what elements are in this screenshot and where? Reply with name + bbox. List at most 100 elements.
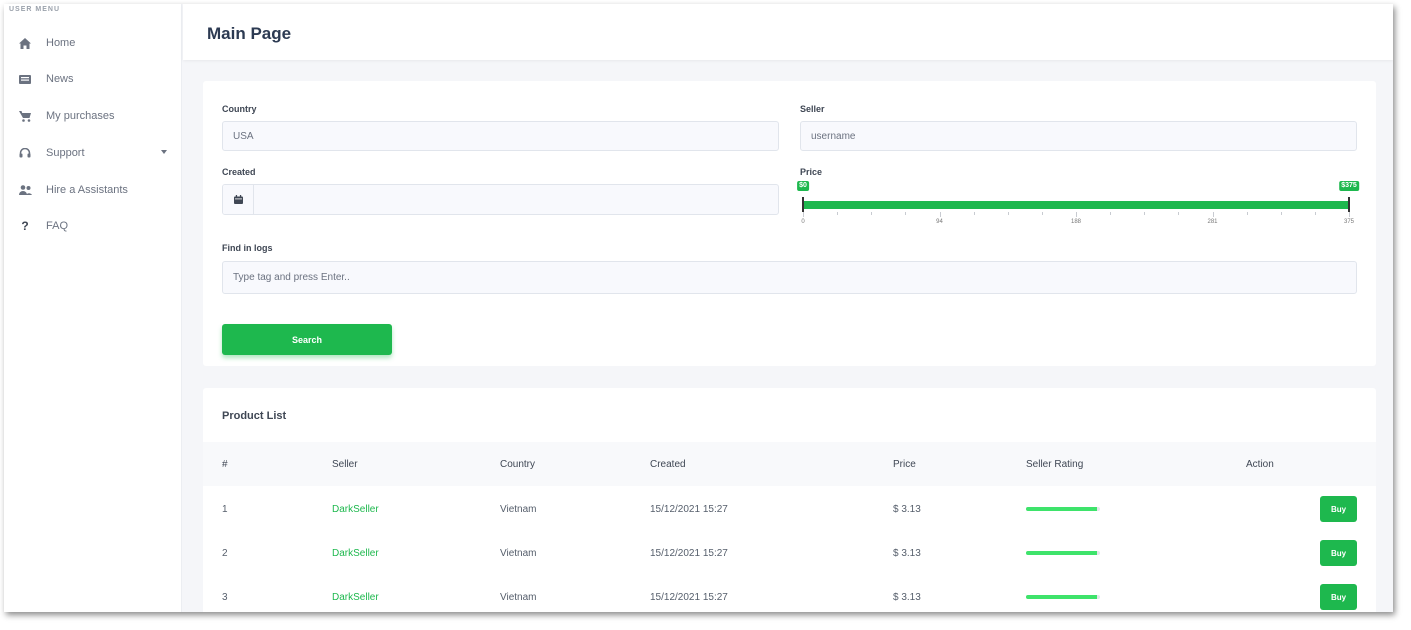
- sidebar-item-my-purchases[interactable]: My purchases: [4, 99, 182, 133]
- row-country: Vietnam: [500, 592, 537, 603]
- row-index: 3: [222, 592, 228, 603]
- country-field[interactable]: [222, 121, 779, 151]
- range-tick: [1246, 212, 1248, 215]
- sidebar-item-label: Hire a Assistants: [46, 184, 128, 196]
- seller-rating-fill: [1026, 507, 1098, 511]
- column-header-seller: Seller: [332, 459, 358, 470]
- table-row: 2 DarkSeller Vietnam 15/12/2021 15:27 $ …: [203, 531, 1376, 575]
- buy-button[interactable]: Buy: [1320, 540, 1357, 566]
- sidebar-item-label: Home: [46, 37, 76, 49]
- buy-button[interactable]: Buy: [1320, 584, 1357, 610]
- range-tick: [1178, 212, 1180, 215]
- range-tick: [871, 212, 873, 215]
- row-price: $ 3.13: [893, 548, 921, 559]
- seller-rating-bar: [1026, 595, 1100, 599]
- home-icon: [18, 36, 32, 50]
- row-price: $ 3.13: [893, 504, 921, 515]
- sidebar-item-faq[interactable]: ? FAQ: [4, 209, 182, 243]
- price-range-slider[interactable]: $0 $375 0 94 188 281 375: [797, 181, 1359, 231]
- row-index: 1: [222, 504, 228, 515]
- column-header-index: #: [222, 459, 228, 470]
- logs-tag-input[interactable]: [222, 261, 1357, 294]
- cart-icon: [18, 109, 32, 123]
- logs-label: Find in logs: [222, 243, 273, 253]
- sidebar-item-label: My purchases: [46, 110, 115, 122]
- table-header: # Seller Country Created Price Seller Ra…: [203, 442, 1376, 486]
- row-country: Vietnam: [500, 504, 537, 515]
- range-tick: [905, 212, 907, 215]
- sidebar-item-label: News: [46, 73, 74, 85]
- product-list-card: Product List # Seller Country Created Pr…: [203, 388, 1376, 612]
- seller-rating-fill: [1026, 595, 1098, 599]
- table-row: 3 DarkSeller Vietnam 15/12/2021 15:27 $ …: [203, 575, 1376, 612]
- column-header-action: Action: [1246, 459, 1274, 470]
- range-handle-min[interactable]: [802, 197, 804, 212]
- row-created: 15/12/2021 15:27: [650, 548, 728, 559]
- seller-rating-fill: [1026, 551, 1098, 555]
- chevron-down-icon: [161, 150, 167, 154]
- row-country: Vietnam: [500, 548, 537, 559]
- row-index: 2: [222, 548, 228, 559]
- created-date-picker[interactable]: [222, 184, 779, 215]
- range-tick: [1212, 212, 1214, 217]
- page-header: Main Page: [183, 4, 1393, 60]
- range-tick: [1314, 212, 1316, 215]
- search-button[interactable]: Search: [222, 324, 392, 355]
- country-label: Country: [222, 104, 257, 114]
- row-price: $ 3.13: [893, 592, 921, 603]
- sidebar-item-support[interactable]: Support: [4, 136, 182, 170]
- range-tick-label: 188: [1070, 219, 1082, 225]
- range-tick: [1007, 212, 1009, 215]
- sidebar-heading: USER MENU: [9, 6, 61, 13]
- sidebar-item-news[interactable]: News: [4, 62, 182, 96]
- column-header-price: Price: [893, 459, 916, 470]
- column-header-created: Created: [650, 459, 686, 470]
- range-tick: [1349, 212, 1350, 217]
- created-date-field[interactable]: [254, 185, 778, 214]
- seller-link[interactable]: DarkSeller: [332, 504, 379, 515]
- range-tick: [1144, 212, 1146, 215]
- range-tick: [939, 212, 941, 217]
- column-header-country: Country: [500, 459, 536, 470]
- row-created: 15/12/2021 15:27: [650, 504, 728, 515]
- seller-rating-bar: [1026, 507, 1100, 511]
- range-tick: [1076, 212, 1077, 217]
- row-created: 15/12/2021 15:27: [650, 592, 728, 603]
- seller-link[interactable]: DarkSeller: [332, 592, 379, 603]
- price-label: Price: [800, 167, 823, 177]
- range-tick-label: 0: [801, 219, 805, 225]
- range-tick-label: 375: [1343, 219, 1355, 225]
- question-icon: ?: [21, 219, 29, 233]
- buy-button[interactable]: Buy: [1320, 496, 1357, 522]
- range-min-badge: $0: [797, 181, 809, 191]
- table-row: 1 DarkSeller Vietnam 15/12/2021 15:27 $ …: [203, 487, 1376, 531]
- sidebar-item-label: FAQ: [46, 220, 69, 232]
- range-tick-label: 281: [1207, 219, 1218, 225]
- range-tick: [973, 212, 975, 215]
- seller-rating-bar: [1026, 551, 1100, 555]
- range-tick-label: 94: [936, 219, 943, 225]
- users-icon: [18, 183, 32, 197]
- range-handle-max[interactable]: [1348, 197, 1350, 212]
- sidebar-item-hire-assistants[interactable]: Hire a Assistants: [4, 173, 182, 207]
- seller-link[interactable]: DarkSeller: [332, 548, 379, 559]
- range-tick: [1280, 212, 1282, 215]
- range-fill: [803, 201, 1349, 209]
- seller-field[interactable]: [800, 121, 1357, 151]
- column-header-seller-rating: Seller Rating: [1026, 459, 1084, 470]
- sidebar-item-label: Support: [46, 147, 85, 159]
- page-title: Main Page: [207, 24, 292, 43]
- created-label: Created: [222, 167, 256, 177]
- range-tick: [803, 212, 804, 217]
- app-window: USER MENU Home News My purchases Support: [4, 4, 1393, 612]
- sidebar: USER MENU Home News My purchases Support: [4, 4, 182, 612]
- range-tick: [837, 212, 839, 215]
- seller-label: Seller: [800, 104, 825, 114]
- range-tick: [1041, 212, 1043, 215]
- range-tick: [1110, 212, 1112, 215]
- filter-card: Country Seller Created Price $0 $375 0 94…: [203, 81, 1376, 366]
- range-max-badge: $375: [1339, 181, 1359, 191]
- calendar-icon[interactable]: [223, 185, 254, 214]
- headset-icon: [18, 146, 32, 160]
- sidebar-item-home[interactable]: Home: [4, 26, 182, 60]
